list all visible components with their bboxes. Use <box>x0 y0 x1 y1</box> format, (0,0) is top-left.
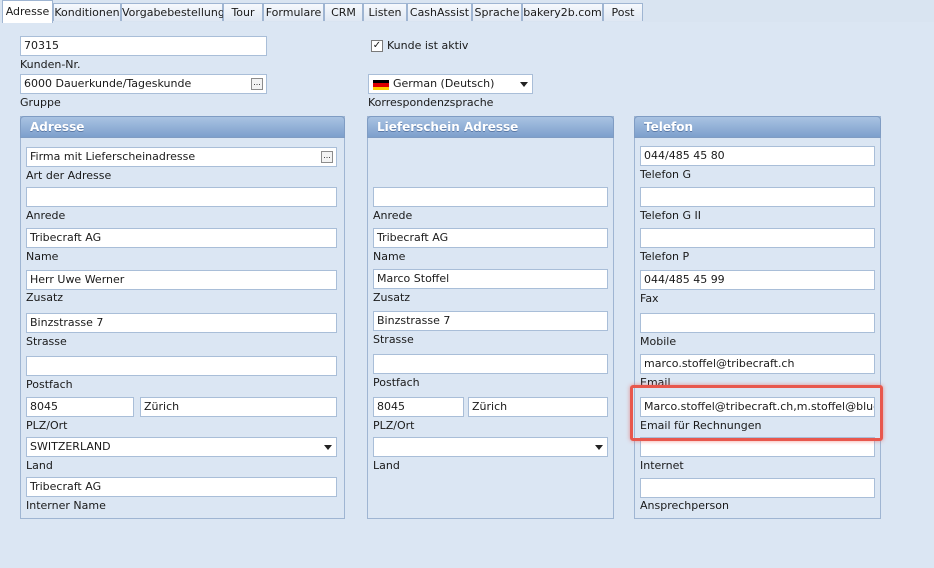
fax-label: Fax <box>640 292 659 305</box>
address-ort-input[interactable]: Zürich <box>140 397 337 417</box>
tab-listen[interactable]: Listen <box>363 3 407 21</box>
tab-crm[interactable]: CRM <box>324 3 363 21</box>
phone-g2-label: Telefon G II <box>640 209 702 222</box>
mobile-label: Mobile <box>640 335 677 348</box>
language-label: Korrespondenzsprache <box>368 96 494 109</box>
internet-label: Internet <box>640 459 684 472</box>
mobile-input[interactable] <box>640 313 875 333</box>
customer-no-input[interactable]: 70315 <box>20 36 267 56</box>
group-input[interactable]: 6000 Dauerkunde/Tageskunde ... <box>20 74 267 94</box>
group-browse-button[interactable]: ... <box>251 78 263 90</box>
address-internal-input[interactable]: Tribecraft AG <box>26 477 337 497</box>
address-land-select[interactable]: SWITZERLAND <box>26 437 337 457</box>
address-form: 70315 Kunden-Nr. 6000 Dauerkunde/Tagesku… <box>0 22 934 568</box>
phone-p-input[interactable] <box>640 228 875 248</box>
address-land-label: Land <box>26 459 53 472</box>
address-type-value: Firma mit Lieferscheinadresse <box>30 150 196 163</box>
language-select[interactable]: German (Deutsch) <box>368 74 533 94</box>
phone-g-label: Telefon G <box>640 168 692 181</box>
tab-adresse[interactable]: Adresse <box>2 0 53 23</box>
address-zusatz-input[interactable]: Herr Uwe Werner <box>26 270 337 290</box>
tab-vorgabebestellung[interactable]: Vorgabebestellung <box>121 3 225 21</box>
tab-post[interactable]: Post <box>603 3 643 21</box>
contact-person-label: Ansprechperson <box>640 499 729 512</box>
delivery-anrede-label: Anrede <box>373 209 413 222</box>
delivery-zusatz-label: Zusatz <box>373 291 411 304</box>
delivery-strasse-label: Strasse <box>373 333 414 346</box>
phone-g-input[interactable]: 044/485 45 80 <box>640 146 875 166</box>
address-strasse-input[interactable]: Binzstrasse 7 <box>26 313 337 333</box>
delivery-ort-input[interactable]: Zürich <box>468 397 608 417</box>
tab-bakery2b[interactable]: bakery2b.com <box>522 3 603 21</box>
address-type-label: Art der Adresse <box>26 169 112 182</box>
germany-flag-icon <box>373 80 389 90</box>
fax-input[interactable]: 044/485 45 99 <box>640 270 875 290</box>
delivery-postfach-label: Postfach <box>373 376 420 389</box>
delivery-panel-title: Lieferschein Adresse <box>367 116 614 138</box>
chevron-down-icon <box>324 445 332 450</box>
phone-panel-title: Telefon <box>634 116 881 138</box>
active-checkbox[interactable]: ✓ <box>371 40 383 52</box>
tab-formulare[interactable]: Formulare <box>263 3 324 21</box>
address-panel-title: Adresse <box>20 116 345 138</box>
address-postfach-input[interactable] <box>26 356 337 376</box>
tab-cashassist[interactable]: CashAssist <box>407 3 472 21</box>
delivery-land-select[interactable] <box>373 437 608 457</box>
address-internal-label: Interner Name <box>26 499 106 512</box>
address-land-value: SWITZERLAND <box>30 440 111 453</box>
delivery-zusatz-input[interactable]: Marco Stoffel <box>373 269 608 289</box>
language-value: German (Deutsch) <box>393 77 495 90</box>
phone-p-label: Telefon P <box>640 250 690 263</box>
group-value: 6000 Dauerkunde/Tageskunde <box>24 77 192 90</box>
delivery-strasse-input[interactable]: Binzstrasse 7 <box>373 311 608 331</box>
chevron-down-icon <box>595 445 603 450</box>
delivery-name-label: Name <box>373 250 406 263</box>
delivery-anrede-input[interactable] <box>373 187 608 207</box>
address-type-browse-button[interactable]: ... <box>321 151 333 163</box>
chevron-down-icon <box>520 82 528 87</box>
address-plz-input[interactable]: 8045 <box>26 397 134 417</box>
delivery-plz-input[interactable]: 8045 <box>373 397 464 417</box>
address-name-input[interactable]: Tribecraft AG <box>26 228 337 248</box>
delivery-plzort-label: PLZ/Ort <box>373 419 415 432</box>
address-plzort-label: PLZ/Ort <box>26 419 68 432</box>
delivery-postfach-input[interactable] <box>373 354 608 374</box>
email-input[interactable]: marco.stoffel@tribecraft.ch <box>640 354 875 374</box>
address-strasse-label: Strasse <box>26 335 67 348</box>
group-label: Gruppe <box>20 96 61 109</box>
tab-tour[interactable]: Tour <box>223 3 263 21</box>
address-name-label: Name <box>26 250 59 263</box>
address-anrede-input[interactable] <box>26 187 337 207</box>
address-zusatz-label: Zusatz <box>26 291 64 304</box>
email-invoice-highlight <box>630 385 883 441</box>
address-postfach-label: Postfach <box>26 378 73 391</box>
tab-bar: Adresse Konditionen Vorgabebestellung To… <box>0 0 934 23</box>
phone-g2-input[interactable] <box>640 187 875 207</box>
delivery-land-label: Land <box>373 459 400 472</box>
address-anrede-label: Anrede <box>26 209 66 222</box>
delivery-name-input[interactable]: Tribecraft AG <box>373 228 608 248</box>
address-type-input[interactable]: Firma mit Lieferscheinadresse ... <box>26 147 337 167</box>
active-label: Kunde ist aktiv <box>387 39 469 52</box>
tab-sprache[interactable]: Sprache <box>472 3 522 21</box>
tab-konditionen[interactable]: Konditionen <box>53 3 121 21</box>
contact-person-input[interactable] <box>640 478 875 498</box>
customer-no-label: Kunden-Nr. <box>20 58 81 71</box>
